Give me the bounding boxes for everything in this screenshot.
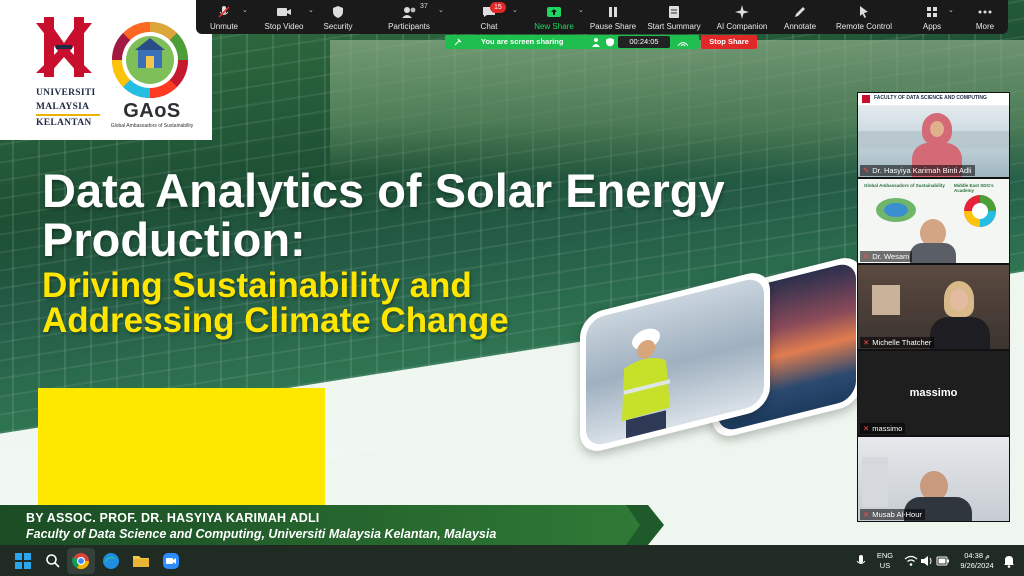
mic-muted-icon — [214, 4, 234, 20]
video-camera-icon — [274, 4, 294, 20]
search-icon[interactable] — [42, 550, 64, 572]
pin-icon — [454, 38, 462, 46]
tile-slide-header: FACULTY OF DATA SCIENCE AND COMPUTING — [858, 93, 1009, 105]
gaos-subtitle: Global Ambassadors of Sustainability — [110, 123, 194, 129]
mic-muted-icon: ✕ — [863, 252, 870, 261]
participant-tile[interactable]: massimo ✕ massimo — [857, 350, 1010, 436]
zoom-app-icon[interactable] — [160, 550, 182, 572]
windows-taskbar: ENG US 04:38 م 9/26/2024 — [0, 545, 1024, 576]
share-screen-icon — [544, 4, 564, 20]
apps-options-chevron-icon[interactable]: ⌄ — [948, 6, 954, 14]
participant-name: ✕ Dr. Wesam — [860, 251, 913, 262]
yellow-accent-block — [38, 388, 325, 506]
shield-check-icon — [606, 38, 614, 47]
umk-small-logo-icon — [862, 95, 870, 103]
participant-tile[interactable]: FACULTY OF DATA SCIENCE AND COMPUTING ✎ D… — [857, 92, 1010, 178]
file-explorer-icon[interactable] — [130, 550, 152, 572]
pause-share-button[interactable]: Pause Share — [588, 0, 638, 34]
mic-muted-icon: ✕ — [863, 424, 870, 433]
chrome-icon[interactable] — [70, 550, 92, 572]
logo-area: UNIVERSITI MALAYSIA KELANTAN GAoS Global… — [0, 0, 212, 140]
participant-tile[interactable]: ✕ Michelle Thatcher — [857, 264, 1010, 350]
participant-name: ✎ Dr. Hasyiya Karimah Binti Adli — [860, 165, 975, 176]
engineer-figure-icon — [622, 328, 670, 444]
author-affiliation: Faculty of Data Science and Computing, U… — [26, 527, 497, 541]
notification-bell-icon[interactable] — [998, 550, 1020, 572]
sharing-message: You are screen sharing — [481, 37, 564, 46]
video-options-chevron-icon[interactable]: ⌄ — [308, 6, 314, 14]
pause-icon — [603, 4, 623, 20]
clock[interactable]: 04:38 م 9/26/2024 — [950, 551, 1004, 571]
apps-grid-icon — [922, 4, 942, 20]
tile-background-wall — [862, 457, 888, 507]
start-summary-button[interactable]: Start Summary — [646, 0, 702, 34]
umk-logo-icon — [36, 17, 92, 77]
more-dots-icon — [975, 4, 995, 20]
author-name: BY ASSOC. PROF. DR. HASYIYA KARIMAH ADLI — [26, 511, 320, 525]
pin-icon: ✎ — [863, 166, 870, 175]
participant-name: ✕ Michelle Thatcher — [860, 337, 935, 348]
participants-count: 37 — [420, 3, 428, 10]
remote-control-icon — [854, 4, 874, 20]
person-icon — [592, 38, 600, 47]
participant-name: ✕ massimo — [860, 423, 906, 434]
mic-muted-icon: ✕ — [863, 510, 870, 519]
summary-document-icon — [664, 4, 684, 20]
tile-background-lamp — [872, 285, 900, 315]
stop-video-button[interactable]: Stop Video — [258, 0, 310, 34]
participant-face — [950, 289, 968, 311]
more-button[interactable]: More — [970, 0, 1000, 34]
pencil-icon — [790, 4, 810, 20]
sdg-wheel-small-icon — [964, 195, 996, 227]
university-name: UNIVERSITI MALAYSIA KELANTAN — [36, 86, 100, 130]
share-timer: 00:24:05 — [618, 36, 670, 48]
screen-sharing-indicator: You are screen sharing 00:24:05 Stop Sha… — [445, 35, 757, 49]
stop-share-button[interactable]: Stop Share — [701, 35, 757, 49]
sharing-status-bar[interactable]: You are screen sharing 00:24:05 — [445, 35, 699, 49]
slide-subtitle: Driving Sustainability and Addressing Cl… — [42, 266, 509, 340]
participant-body — [930, 317, 990, 349]
slide-title: Data Analytics of Solar Energy Productio… — [42, 164, 725, 266]
annotate-button[interactable]: Annotate — [778, 0, 822, 34]
remote-control-button[interactable]: Remote Control — [832, 0, 896, 34]
edge-icon[interactable] — [100, 550, 122, 572]
unmute-button[interactable]: Unmute — [204, 0, 244, 34]
participant-name: ✕ Musab Al-Hour — [860, 509, 925, 520]
participant-tile[interactable]: ✕ Musab Al-Hour — [857, 436, 1010, 522]
sparkle-icon — [732, 4, 752, 20]
mic-muted-icon: ✕ — [863, 338, 870, 347]
chat-options-chevron-icon[interactable]: ⌄ — [512, 6, 518, 14]
participants-icon — [399, 4, 419, 20]
language-indicator[interactable]: ENG US — [872, 551, 898, 571]
shield-icon — [328, 4, 348, 20]
microphone-icon[interactable] — [850, 550, 872, 572]
participant-body — [910, 243, 956, 263]
apps-button[interactable]: Apps — [918, 0, 946, 34]
windows-start-icon[interactable] — [12, 550, 34, 572]
participant-display-name: massimo — [909, 387, 958, 399]
gaos-title: GAoS — [123, 100, 181, 122]
participants-options-chevron-icon[interactable]: ⌄ — [438, 6, 444, 14]
unmute-options-chevron-icon[interactable]: ⌄ — [242, 6, 248, 14]
sdg-wheel-icon — [111, 21, 189, 99]
signal-icon — [677, 42, 689, 47]
chat-unread-badge: 15 — [490, 2, 506, 13]
participant-face — [930, 121, 944, 137]
new-share-button[interactable]: New Share — [530, 0, 578, 34]
ai-companion-button[interactable]: AI Companion — [712, 0, 772, 34]
zoom-meeting-toolbar: Unmute ⌄ Stop Video ⌄ Security Participa… — [196, 0, 1008, 34]
earth-globe-icon — [876, 198, 916, 222]
security-button[interactable]: Security — [320, 0, 356, 34]
share-options-chevron-icon[interactable]: ⌄ — [578, 6, 584, 14]
participant-tile[interactable]: Global Ambassadors of Sustainability Mid… — [857, 178, 1010, 264]
